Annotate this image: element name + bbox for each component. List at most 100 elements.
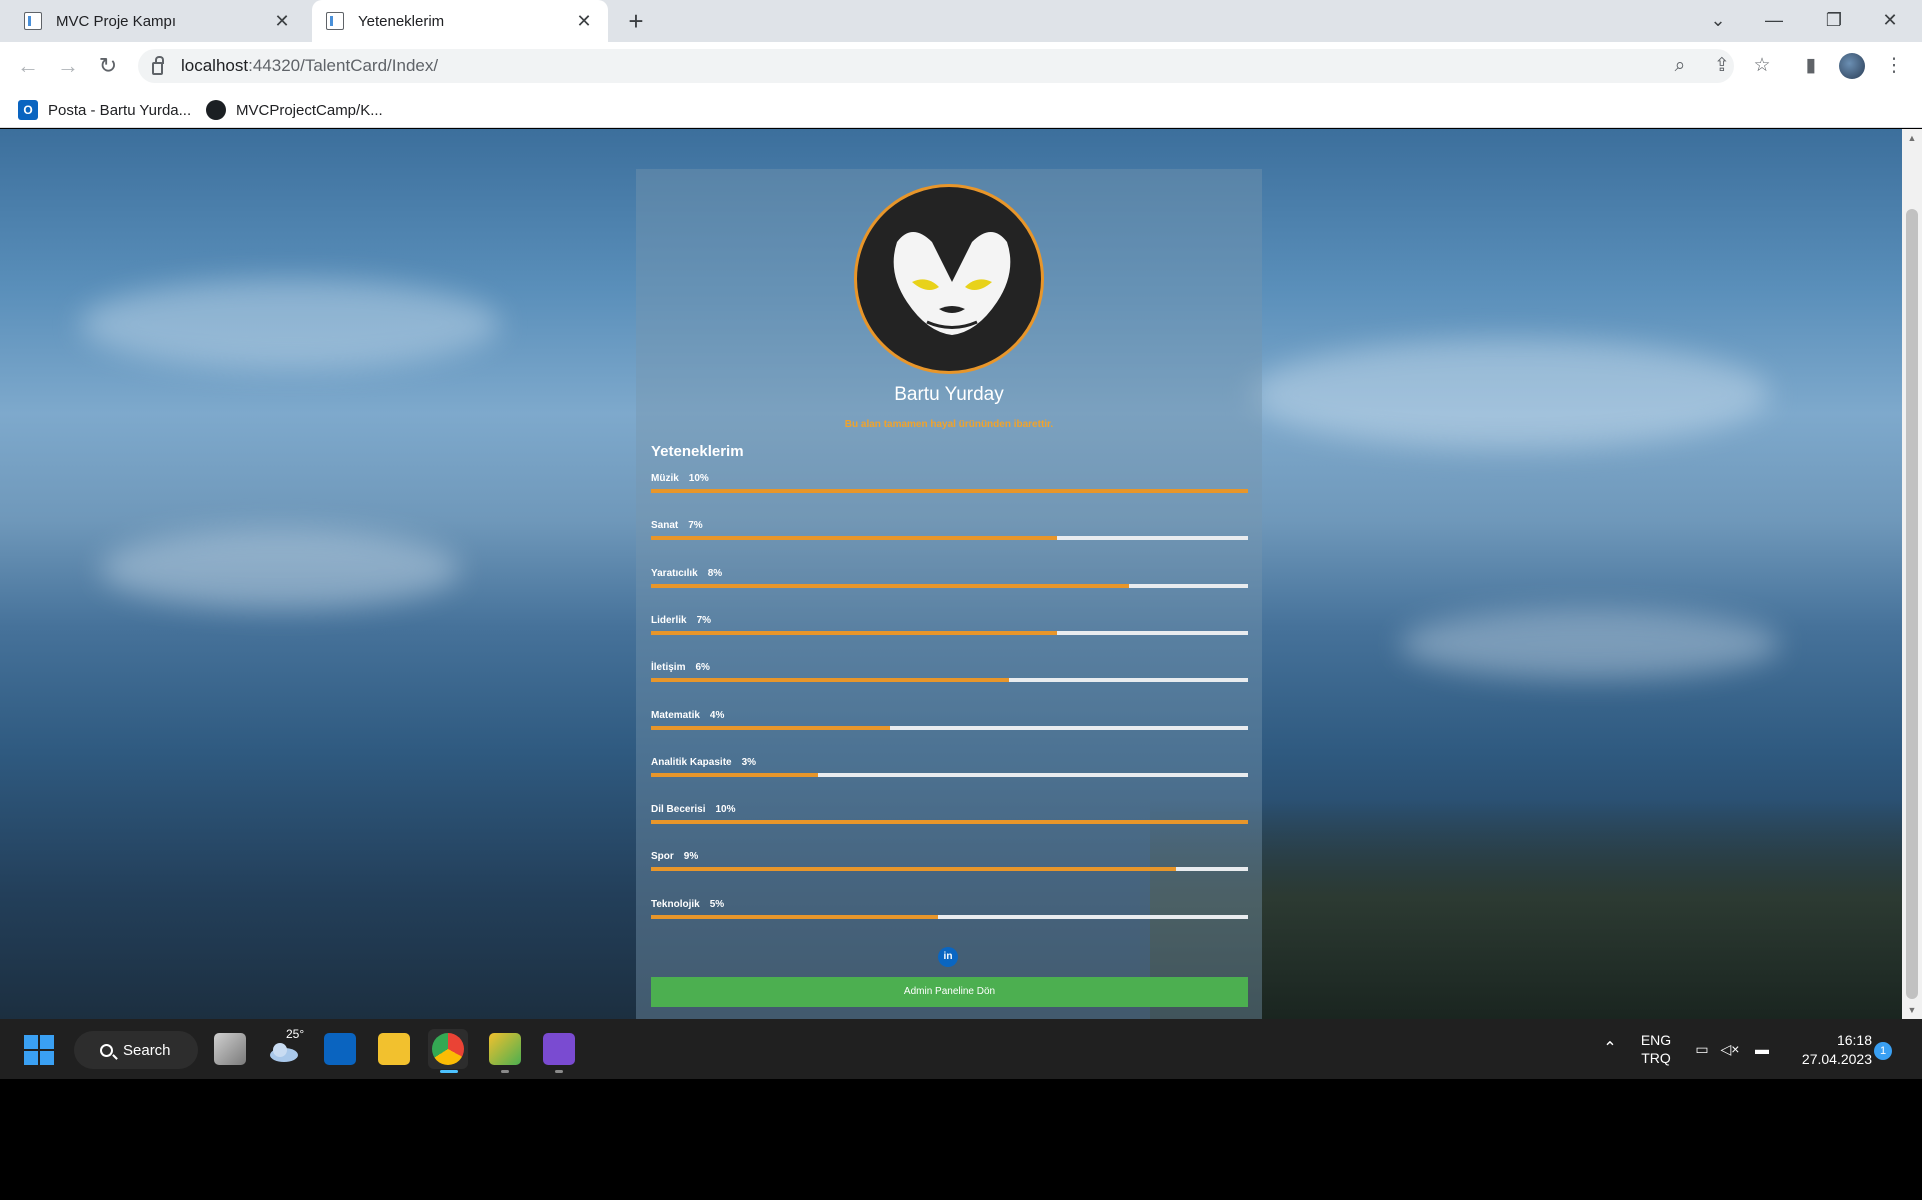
battery-icon[interactable]: ▬	[1750, 1019, 1774, 1079]
talent-card: Bartu Yurday Bu alan tamamen hayal ürünü…	[636, 169, 1262, 1019]
profile-description: Bu alan tamamen hayal ürününden ibaretti…	[844, 419, 1054, 430]
skill-progress-fill	[651, 772, 819, 777]
outlook-icon[interactable]	[324, 1033, 356, 1065]
skill-name: İletişim	[651, 662, 686, 674]
clock[interactable]: 16:18 27.04.2023	[1786, 1019, 1872, 1079]
skill-percent: 10%	[715, 804, 736, 816]
scroll-up-icon[interactable]: ▲	[1902, 129, 1922, 147]
badger-logo-icon	[893, 232, 1011, 335]
back-arrow-icon[interactable]: ←	[12, 50, 44, 82]
visual-studio-icon[interactable]	[543, 1033, 575, 1065]
weather-widget[interactable]: 25°	[268, 1027, 304, 1065]
skill-row: Matematik 4%	[651, 710, 1248, 750]
bookmark-star-icon[interactable]: ☆	[1746, 50, 1778, 82]
lock-icon[interactable]	[152, 55, 164, 75]
address-bar[interactable]: localhost:44320/TalentCard/Index/	[138, 49, 1734, 83]
side-panel-icon[interactable]: ▮	[1795, 50, 1827, 82]
page-scrollbar[interactable]: ▲ ▼	[1902, 129, 1922, 1019]
skill-label: Yaratıcılık 8%	[651, 568, 722, 579]
url-host: localhost	[181, 56, 249, 75]
profile-name: Bartu Yurday	[894, 384, 1004, 405]
skill-name: Sanat	[651, 520, 679, 532]
skill-progress-track	[651, 489, 1248, 493]
show-hidden-icons-chevron-icon[interactable]: ⌃	[1598, 1019, 1622, 1079]
task-view-icon[interactable]	[214, 1033, 246, 1065]
skill-name: Dil Becerisi	[651, 804, 706, 816]
skill-name: Teknolojik	[651, 898, 700, 910]
linkedin-icon[interactable]: in	[938, 947, 958, 967]
clock-time: 16:18	[1836, 1032, 1872, 1048]
bookmark-posta[interactable]: O Posta - Bartu Yurda...	[18, 99, 191, 121]
share-icon[interactable]: ⇪	[1706, 50, 1738, 82]
file-explorer-icon[interactable]	[378, 1033, 410, 1065]
zoom-icon[interactable]: ⌕	[1664, 50, 1696, 82]
weather-temperature: 25°	[286, 1027, 305, 1041]
bookmark-label: Posta - Bartu Yurda...	[48, 101, 192, 119]
skill-row: Liderlik 7%	[651, 615, 1248, 655]
skill-row: Sanat 7%	[651, 520, 1248, 560]
new-tab-button[interactable]: +	[620, 4, 652, 38]
app-running-indicator	[555, 1070, 563, 1073]
scrollbar-thumb[interactable]	[1906, 209, 1918, 999]
search-icon	[100, 1043, 113, 1057]
tab-yeteneklerim[interactable]: Yeteneklerim ✕	[312, 0, 608, 42]
close-window-button[interactable]: ✕	[1862, 0, 1918, 42]
tab-search-chevron-icon[interactable]: ⌄	[1690, 0, 1746, 42]
restore-button[interactable]: ❐	[1806, 0, 1862, 42]
skill-label: Teknolojik 5%	[651, 899, 724, 910]
skill-progress-track	[651, 583, 1248, 588]
skill-name: Müzik	[651, 473, 679, 484]
chrome-active-indicator	[440, 1070, 458, 1073]
skill-percent: 6%	[695, 662, 710, 674]
bookmark-label: MVCProjectCamp/K...	[236, 101, 383, 119]
skill-label: Spor 9%	[651, 851, 698, 862]
volume-muted-icon[interactable]: ◁×	[1718, 1019, 1742, 1079]
outlook-icon: O	[18, 100, 38, 120]
skill-progress-fill	[651, 678, 1010, 683]
skill-progress-fill	[651, 914, 938, 919]
skill-progress-track	[651, 772, 1248, 777]
reload-icon[interactable]: ↻	[92, 50, 124, 82]
skill-percent: 10%	[688, 473, 709, 484]
skill-progress-track	[651, 678, 1248, 683]
search-label: Search	[123, 1041, 171, 1059]
bookmarks-bar: O Posta - Bartu Yurda... MVCProjectCamp/…	[0, 90, 1922, 128]
skill-progress-fill	[651, 583, 1129, 588]
skill-name: Yaratıcılık	[651, 567, 698, 579]
minimize-button[interactable]: —	[1746, 0, 1802, 42]
language-code: ENG	[1640, 1032, 1672, 1048]
profile-avatar[interactable]	[1839, 53, 1865, 79]
bookmark-mvcprojectcamp[interactable]: MVCProjectCamp/K...	[206, 99, 383, 121]
language-indicator[interactable]: ENG TRQ	[1636, 1019, 1676, 1079]
page-background: Bartu Yurday Bu alan tamamen hayal ürünü…	[0, 129, 1902, 1019]
notification-badge[interactable]: 1	[1874, 1042, 1892, 1060]
skill-row: Yaratıcılık 8%	[651, 568, 1248, 608]
skill-label: Sanat 7%	[651, 520, 703, 531]
skill-name: Liderlik	[651, 614, 687, 626]
scroll-down-icon[interactable]: ▼	[1902, 1001, 1922, 1019]
chrome-icon[interactable]	[432, 1033, 464, 1065]
start-button[interactable]	[24, 1035, 54, 1065]
skill-row: Spor 9%	[651, 851, 1248, 891]
network-icon[interactable]: ▭	[1690, 1019, 1714, 1079]
menu-icon[interactable]: ⋮	[1878, 50, 1910, 82]
admin-panel-button[interactable]: Admin Paneline Dön	[651, 977, 1248, 1007]
skill-progress-fill	[651, 820, 1248, 825]
taskbar-search[interactable]: Search	[74, 1031, 198, 1069]
skill-row: Müzik 10%	[651, 473, 1248, 513]
forward-arrow-icon[interactable]: →	[52, 50, 84, 82]
skill-name: Matematik	[651, 709, 700, 721]
tab-title: MVC Proje Kampı	[56, 12, 177, 30]
close-tab-icon[interactable]: ✕	[272, 11, 292, 32]
app-running-indicator	[501, 1070, 509, 1073]
close-tab-icon[interactable]: ✕	[574, 11, 594, 32]
keyboard-layout: TRQ	[1641, 1050, 1671, 1066]
skill-label: Dil Becerisi 10%	[651, 804, 736, 815]
skill-percent: 4%	[709, 709, 725, 721]
skill-progress-track	[651, 914, 1248, 919]
tab-mvc-proje-kampi[interactable]: MVC Proje Kampı ✕	[10, 0, 306, 42]
skill-progress-track	[651, 536, 1248, 541]
skill-progress-track	[651, 630, 1248, 635]
tools-app-icon[interactable]	[489, 1033, 521, 1065]
forest-scenery	[1150, 799, 1902, 1019]
